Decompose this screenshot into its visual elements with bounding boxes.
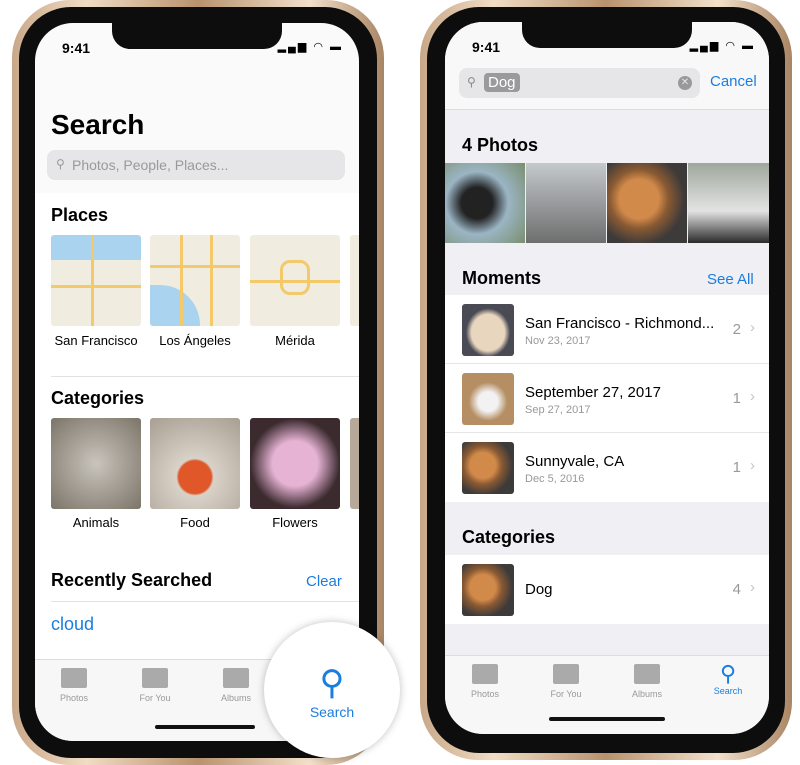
tab-label: For You xyxy=(139,693,171,703)
moment-thumbnail xyxy=(462,304,514,356)
for-you-icon xyxy=(142,668,168,688)
tab-for-you[interactable]: For You xyxy=(125,668,185,703)
tab-photos[interactable]: Photos xyxy=(44,668,104,703)
tab-photos[interactable]: Photos xyxy=(455,664,515,699)
photo-thumbnail[interactable] xyxy=(526,163,606,243)
content: Places San Francisco Los Ángeles Mérida … xyxy=(35,193,359,681)
place-label: Mérida xyxy=(275,333,315,348)
places-header: Places xyxy=(51,205,109,225)
moment-row[interactable]: Sunnyvale, CA Dec 5, 2016 1 › xyxy=(445,433,769,502)
chevron-right-icon: › xyxy=(750,319,755,336)
place-tile[interactable] xyxy=(150,235,240,326)
moment-row[interactable]: San Francisco - Richmond... Nov 23, 2017… xyxy=(445,295,769,364)
recent-item[interactable]: cloud xyxy=(51,614,94,635)
recently-searched-header: Recently Searched xyxy=(51,570,213,590)
place-tile[interactable] xyxy=(250,235,340,326)
clear-button[interactable]: Clear xyxy=(306,573,342,590)
home-indicator xyxy=(155,725,255,729)
category-label: Food xyxy=(180,515,210,530)
tab-label: Albums xyxy=(631,689,662,699)
place-label: San Francisco xyxy=(54,333,138,348)
moment-thumbnail xyxy=(462,442,514,494)
clear-icon[interactable]: ✕ xyxy=(678,76,692,90)
moment-count: 2 xyxy=(732,321,741,338)
photos-icon xyxy=(472,664,498,684)
moment-count: 1 xyxy=(732,459,741,476)
moment-title: Sunnyvale, CA xyxy=(525,453,625,470)
divider xyxy=(51,376,359,377)
moment-date: Sep 27, 2017 xyxy=(525,404,591,416)
tab-label: Search xyxy=(713,686,743,696)
albums-icon xyxy=(223,668,249,688)
moment-date: Nov 23, 2017 xyxy=(525,335,591,347)
tab-label: Photos xyxy=(59,693,89,703)
tab-bar: Photos For You Albums ⚲ Search xyxy=(445,655,769,734)
status-time: 9:41 xyxy=(62,40,91,56)
tab-albums[interactable]: Albums xyxy=(617,664,677,699)
status-icons: ▂▄▆ ◠ ▬ xyxy=(277,41,343,53)
status-icons: ▂▄▆ ◠ ▬ xyxy=(689,40,755,52)
category-tile[interactable] xyxy=(250,418,340,509)
photo-thumbnail[interactable] xyxy=(445,163,525,243)
category-label: Flowers xyxy=(272,515,318,530)
search-placeholder: Photos, People, Places... xyxy=(72,157,229,173)
search-icon: ⚲ xyxy=(56,157,65,171)
chevron-right-icon: › xyxy=(750,457,755,474)
notch xyxy=(112,23,282,49)
right-screen: 9:41 ▂▄▆ ◠ ▬ ⚲ Dog ✕ Cancel 4 Photos Mom… xyxy=(445,22,769,734)
search-icon: ⚲ xyxy=(319,664,345,702)
search-icon: ⚲ xyxy=(467,75,476,89)
photo-thumbnail[interactable] xyxy=(688,163,769,243)
category-tile[interactable] xyxy=(150,418,240,509)
for-you-icon xyxy=(553,664,579,684)
category-row[interactable]: Dog 4 › xyxy=(445,555,769,624)
chevron-right-icon: › xyxy=(750,579,755,596)
tab-label: Photos xyxy=(470,689,500,699)
search-token: Dog xyxy=(484,73,520,92)
see-all-button[interactable]: See All xyxy=(707,271,754,288)
categories-header: Categories xyxy=(462,527,556,547)
moment-title: September 27, 2017 xyxy=(525,384,661,401)
place-tile[interactable] xyxy=(350,235,359,326)
tab-search[interactable]: ⚲ Search xyxy=(698,661,758,697)
photos-header: 4 Photos xyxy=(462,135,539,155)
category-tile[interactable] xyxy=(51,418,141,509)
place-tile[interactable] xyxy=(51,235,141,326)
category-tile[interactable] xyxy=(350,418,359,509)
place-label: Los Ángeles xyxy=(159,333,231,348)
page-title: Search xyxy=(51,109,145,140)
notch xyxy=(522,22,692,48)
moment-count: 1 xyxy=(732,390,741,407)
category-count: 4 xyxy=(732,581,741,598)
photo-thumbnail[interactable] xyxy=(607,163,687,243)
moment-title: San Francisco - Richmond... xyxy=(525,315,715,332)
search-icon: ⚲ xyxy=(719,661,737,686)
albums-icon xyxy=(634,664,660,684)
cancel-button[interactable]: Cancel xyxy=(710,73,757,90)
moment-thumbnail xyxy=(462,373,514,425)
tab-for-you[interactable]: For You xyxy=(536,664,596,699)
tab-label: Search xyxy=(309,704,355,720)
category-thumbnail xyxy=(462,564,514,616)
divider xyxy=(51,601,359,602)
categories-header: Categories xyxy=(51,388,145,408)
category-label: Animals xyxy=(72,515,120,530)
chevron-right-icon: › xyxy=(750,388,755,405)
photos-icon xyxy=(61,668,87,688)
tab-albums[interactable]: Albums xyxy=(206,668,266,703)
search-input[interactable]: ⚲ Photos, People, Places... xyxy=(47,150,345,180)
home-indicator xyxy=(549,717,665,721)
moment-row[interactable]: September 27, 2017 Sep 27, 2017 1 › xyxy=(445,364,769,433)
moments-header: Moments xyxy=(462,268,542,288)
search-input[interactable]: ⚲ Dog ✕ xyxy=(459,68,700,98)
tab-search-magnified[interactable]: ⚲ Search xyxy=(264,622,400,758)
moment-date: Dec 5, 2016 xyxy=(525,473,585,485)
tab-label: For You xyxy=(550,689,582,699)
tab-label: Albums xyxy=(220,693,251,703)
status-time: 9:41 xyxy=(472,39,501,55)
category-title: Dog xyxy=(525,581,553,598)
